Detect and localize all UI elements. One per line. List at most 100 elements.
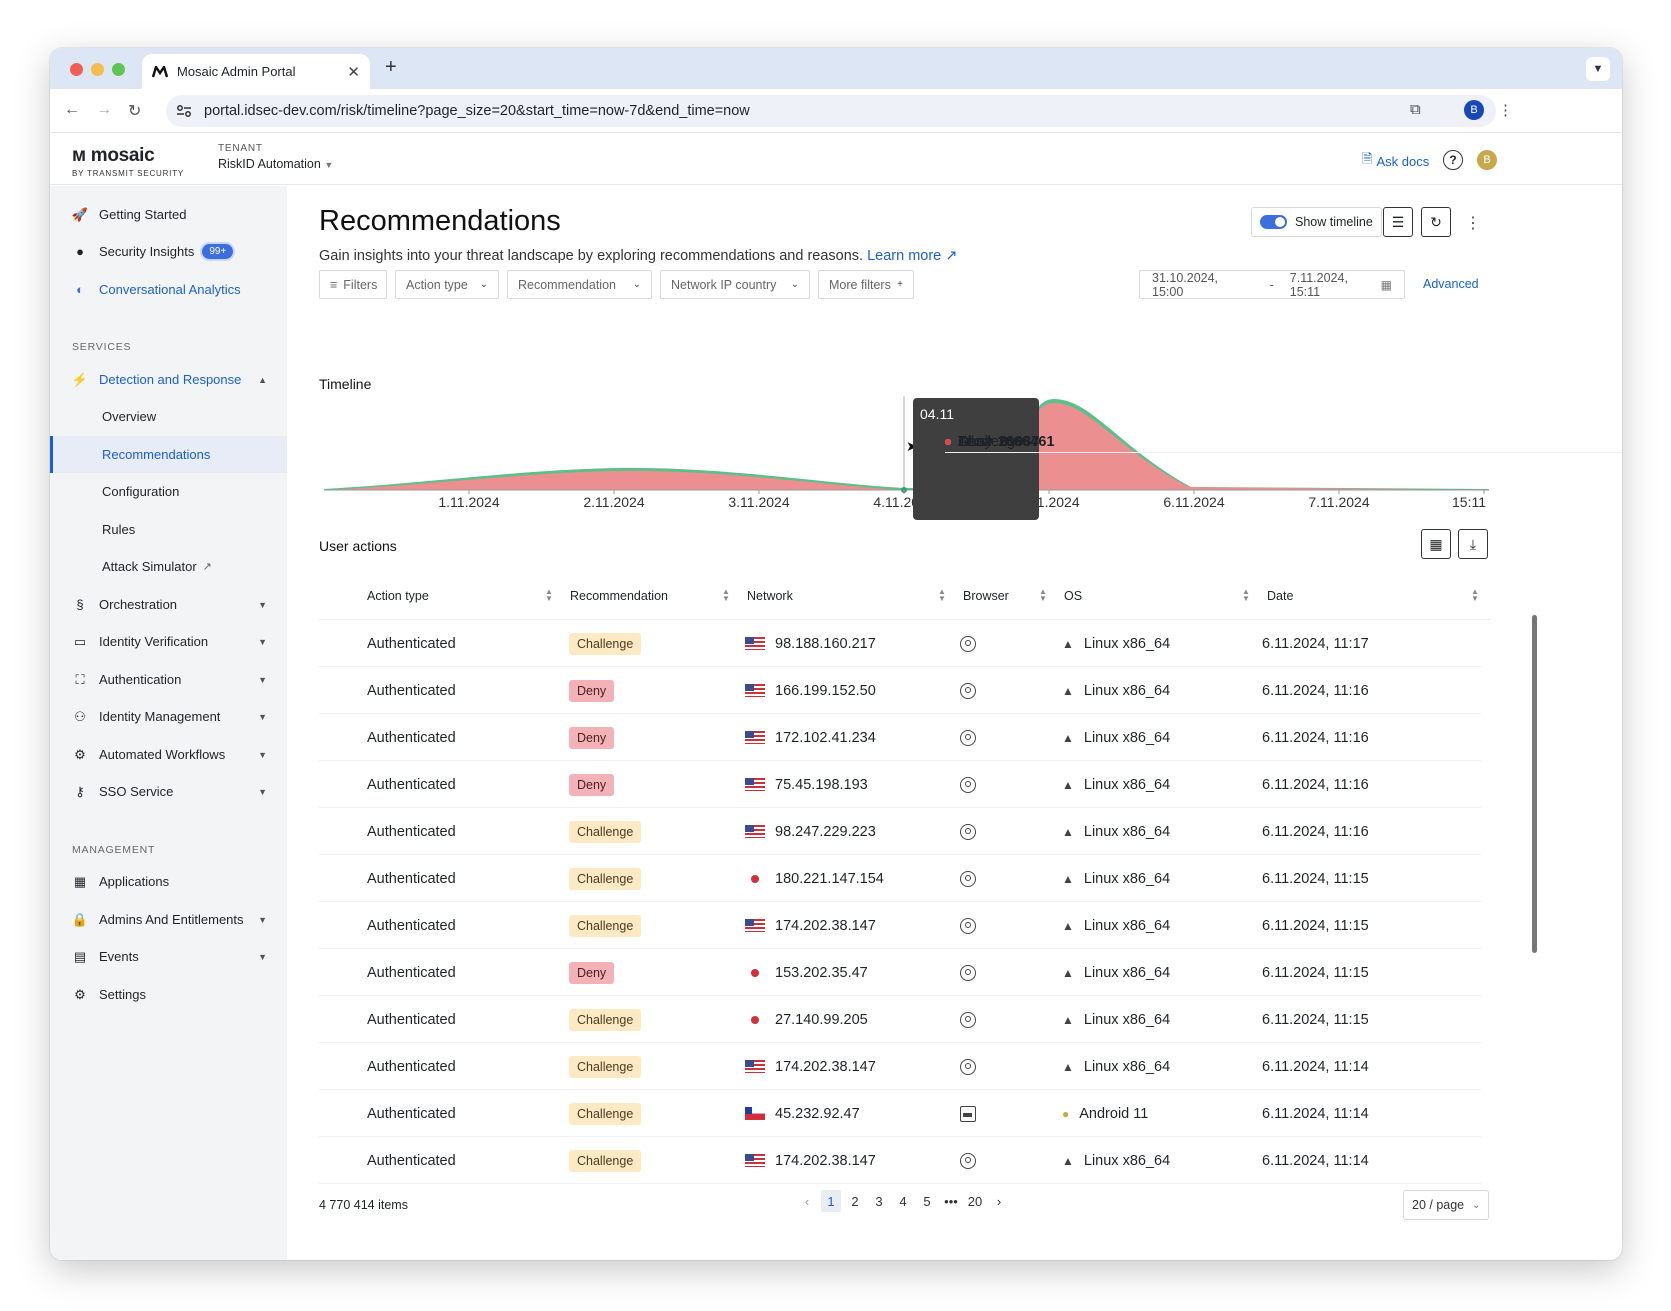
sidebar-item-detection-and-response[interactable]: ⚡ Detection and Response ▲ — [50, 361, 287, 398]
table-row[interactable]: Authenticated Deny 166.199.152.50 ▲ Linux x8… — [319, 667, 1481, 714]
learn-more-link[interactable]: Learn more ↗ — [867, 248, 957, 264]
column-header-date[interactable]: Date — [1267, 572, 1293, 620]
sort-icon[interactable]: ▲ ▼ — [938, 588, 946, 603]
browser-menu-icon[interactable]: ⋮ — [1498, 101, 1513, 119]
table-row[interactable]: Authenticated Challenge 98.247.229.223 ▲ Lin… — [319, 808, 1481, 855]
sidebar-item-rules[interactable]: Rules — [50, 511, 287, 548]
close-tab-icon[interactable]: ✕ — [347, 63, 360, 81]
page-number[interactable]: 4 — [893, 1190, 913, 1212]
new-tab-icon[interactable]: + — [385, 56, 397, 79]
sidebar-item-identity-verification[interactable]: ▭ Identity Verification ▼ — [50, 623, 287, 660]
table-row[interactable]: Authenticated Deny 75.45.198.193 ▲ Linux x86… — [319, 761, 1481, 808]
sidebar-item-getting-started[interactable]: 🚀 Getting Started — [50, 196, 287, 233]
date-start[interactable]: 31.10.2024, 15:00 — [1152, 271, 1252, 299]
sidebar-item-sso-service[interactable]: ⚷ SSO Service ▼ — [50, 773, 287, 810]
download-button[interactable]: ⤓ — [1458, 529, 1488, 559]
sidebar-item-orchestration[interactable]: § Orchestration ▼ — [50, 586, 287, 623]
table-row[interactable]: Authenticated Challenge 174.202.38.147 ▲ Lin… — [319, 902, 1481, 949]
sidebar-item-applications[interactable]: ▦ Applications — [50, 863, 287, 900]
recommendation-cell: Challenge — [569, 902, 642, 949]
extensions-icon[interactable]: ⧉ — [1410, 101, 1421, 118]
help-icon[interactable]: ? — [1443, 150, 1463, 170]
list-view-button[interactable]: ☰ — [1383, 207, 1413, 237]
sidebar-item-events[interactable]: ▤ Events ▼ — [50, 938, 287, 975]
column-header-os[interactable]: OS — [1064, 572, 1082, 620]
tab-search-icon[interactable]: ▼ — [1586, 57, 1610, 81]
table-row[interactable]: Authenticated Challenge 45.232.92.47 ● Andro… — [319, 1090, 1481, 1137]
more-filters-button[interactable]: More filters + — [818, 270, 914, 299]
browser-tab[interactable]: Mosaic Admin Portal ✕ — [142, 54, 370, 89]
sidebar-item-authentication[interactable]: ⛶ Authentication ▼ — [50, 661, 287, 698]
calendar-icon[interactable]: ▦ — [1381, 278, 1392, 292]
sidebar-item-automated-workflows[interactable]: ⚙ Automated Workflows ▼ — [50, 736, 287, 773]
table-scrollbar[interactable] — [1532, 615, 1537, 953]
sidebar-item-admins-and-entitlements[interactable]: 🔒 Admins And Entitlements ▼ — [50, 901, 287, 938]
table-row[interactable]: Authenticated Deny 172.102.41.234 ▲ Linux x8… — [319, 714, 1481, 761]
prev-page-icon[interactable]: ‹ — [797, 1190, 817, 1212]
show-timeline-toggle[interactable]: Show timeline — [1251, 207, 1382, 237]
sort-icon[interactable]: ▲ ▼ — [545, 588, 553, 603]
recommendation-filter[interactable]: Recommendation ⌄ — [507, 270, 652, 299]
column-header-network[interactable]: Network — [747, 572, 793, 620]
column-settings-button[interactable]: ▦ — [1421, 529, 1451, 559]
column-header-action-type[interactable]: Action type — [367, 572, 429, 620]
next-page-icon[interactable]: › — [989, 1190, 1009, 1212]
page-number[interactable]: 20 — [965, 1190, 985, 1212]
table-row[interactable]: Authenticated Challenge 174.202.38.147 ▲ Lin… — [319, 1043, 1481, 1090]
sidebar-item-attack-simulator[interactable]: Attack Simulator ↗ — [50, 548, 287, 585]
sort-icon[interactable]: ▲ ▼ — [1471, 588, 1479, 603]
minimize-window-button[interactable] — [91, 63, 104, 76]
sidebar-item-overview[interactable]: Overview — [50, 398, 287, 435]
table-row[interactable]: Authenticated Deny 153.202.35.47 ▲ Linux x86… — [319, 949, 1481, 996]
sidebar-item-recommendations[interactable]: Recommendations — [50, 436, 287, 473]
table-row[interactable]: Authenticated Challenge 27.140.99.205 ▲ Linu… — [319, 996, 1481, 1043]
table-row[interactable]: Authenticated Challenge 174.202.38.147 ▲ Lin… — [319, 1137, 1481, 1184]
date-range-picker[interactable]: 31.10.2024, 15:00 - 7.11.2024, 15:11 ▦ — [1139, 270, 1405, 299]
site-settings-icon[interactable] — [176, 104, 192, 118]
page-number[interactable]: 3 — [869, 1190, 889, 1212]
page-number[interactable]: 1 — [821, 1190, 841, 1212]
action-type-cell: Authenticated — [367, 776, 456, 793]
column-header-browser[interactable]: Browser — [963, 572, 1009, 620]
profile-avatar[interactable]: B — [1464, 100, 1484, 120]
more-options-icon[interactable]: ⋮ — [1465, 213, 1481, 233]
page-size-select[interactable]: 20 / page ⌄ — [1403, 1190, 1489, 1220]
sort-icon[interactable]: ▲ ▼ — [1242, 588, 1250, 603]
back-icon[interactable]: ← — [64, 101, 80, 119]
zoom-window-button[interactable] — [112, 63, 125, 76]
mosaic-logo[interactable]: ᴍ mosaic BY TRANSMIT SECURITY — [72, 145, 184, 178]
refresh-button[interactable]: ↻ — [1421, 207, 1451, 237]
main-content: Recommendations Gain insights into your … — [287, 186, 1622, 1260]
network-ip-country-filter[interactable]: Network IP country ⌄ — [660, 270, 810, 299]
sidebar-item-security-insights[interactable]: ● Security Insights 99+ — [50, 233, 287, 270]
page-number[interactable]: 5 — [917, 1190, 937, 1212]
table-row[interactable]: Authenticated Challenge 98.188.160.217 ▲ Lin… — [319, 620, 1481, 667]
sidebar-item-settings[interactable]: ⚙ Settings — [50, 976, 287, 1013]
browser-window: Mosaic Admin Portal ✕ + ▼ ← → ↻ portal.i… — [50, 48, 1622, 1260]
sidebar-item-configuration[interactable]: Configuration — [50, 473, 287, 510]
user-avatar[interactable]: B — [1477, 150, 1497, 170]
reload-icon[interactable]: ↻ — [128, 101, 141, 121]
advanced-link[interactable]: Advanced — [1423, 277, 1479, 291]
sort-icon[interactable]: ▲ ▼ — [722, 588, 730, 603]
country-flag-icon — [745, 825, 765, 838]
address-field[interactable]: portal.idsec-dev.com/risk/timeline?page_… — [166, 95, 1496, 127]
table-row[interactable]: Authenticated Challenge 180.221.147.154 ▲ Li… — [319, 855, 1481, 902]
tenant-selector[interactable]: TENANT RiskID Automation ▼ — [218, 143, 333, 171]
column-header-recommendation[interactable]: Recommendation — [570, 572, 668, 620]
sidebar-item-conversational-analytics[interactable]: ◐ Conversational Analytics — [50, 271, 287, 308]
sidebar-item-identity-management[interactable]: ⚇ Identity Management ▼ — [50, 698, 287, 735]
external-link-icon: ↗ — [202, 561, 212, 573]
date-end[interactable]: 7.11.2024, 15:11 — [1290, 271, 1381, 299]
ask-docs-button[interactable]: 🗎 Ask docs — [1362, 150, 1429, 172]
page-ellipsis[interactable]: ••• — [941, 1190, 961, 1212]
forward-icon[interactable]: → — [96, 101, 112, 119]
recommendation-badge: Challenge — [569, 1102, 642, 1125]
page-number[interactable]: 2 — [845, 1190, 865, 1212]
filters-button[interactable]: ≡ Filters — [319, 270, 387, 299]
sort-icon[interactable]: ▲ ▼ — [1039, 588, 1047, 603]
toggle-switch[interactable] — [1260, 215, 1287, 229]
action-type-filter[interactable]: Action type ⌄ — [395, 270, 499, 299]
chrome-icon — [960, 917, 976, 934]
close-window-button[interactable] — [70, 63, 83, 76]
